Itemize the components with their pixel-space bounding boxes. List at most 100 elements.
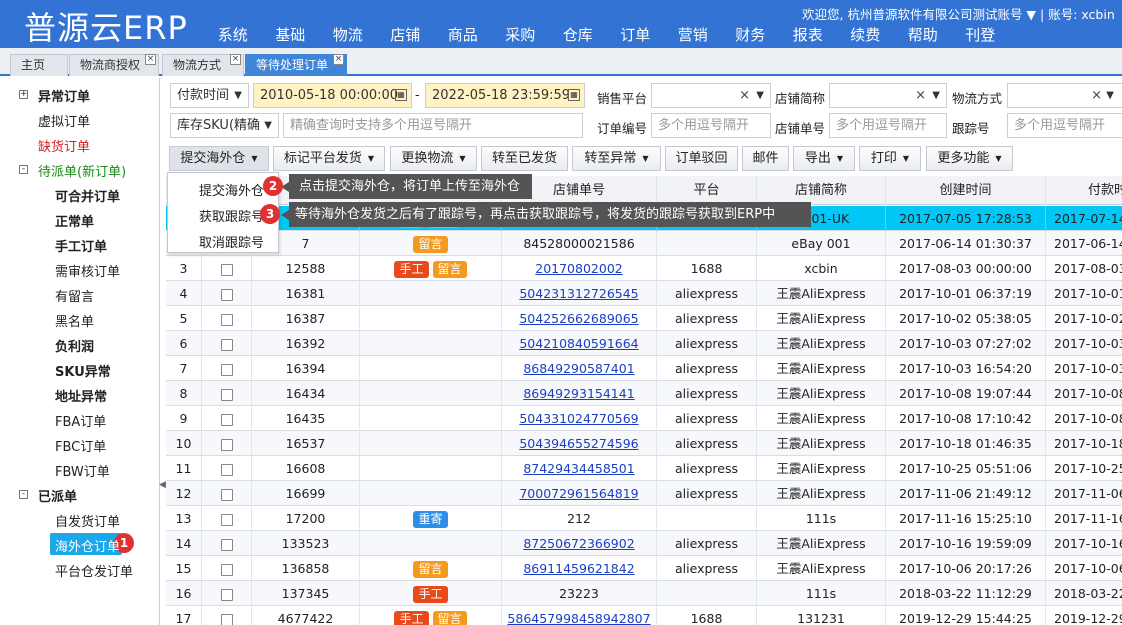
- store-order-link[interactable]: 700072961564819: [519, 486, 638, 501]
- table-row[interactable]: 16 137345 手工 23223 111s 2018-03-22 11:12:29 20…: [166, 581, 1122, 606]
- sidebar-item[interactable]: 缺货订单: [38, 136, 90, 155]
- sidebar-item[interactable]: 黑名单: [55, 311, 94, 330]
- row-checkbox-cell[interactable]: [202, 606, 252, 625]
- row-checkbox[interactable]: [220, 463, 233, 476]
- row-checkbox[interactable]: [220, 513, 233, 526]
- nav-item[interactable]: 系统: [204, 24, 262, 46]
- sidebar-item[interactable]: 正常单: [55, 211, 94, 230]
- store-order-link[interactable]: 504394655274596: [519, 436, 638, 451]
- collapse-sidebar-icon[interactable]: ◀: [159, 480, 166, 496]
- row-checkbox[interactable]: [220, 388, 233, 401]
- store-order-link[interactable]: 87250672366902: [523, 536, 634, 551]
- sidebar-item[interactable]: 海外仓订单: [55, 536, 119, 555]
- row-checkbox[interactable]: [220, 488, 233, 501]
- close-icon[interactable]: ×: [333, 54, 344, 65]
- nav-item[interactable]: 财务: [722, 24, 780, 46]
- sidebar-item[interactable]: 平台仓发订单: [55, 561, 133, 580]
- store-order-link[interactable]: 87429434458501: [523, 461, 634, 476]
- row-checkbox-cell[interactable]: [202, 581, 252, 606]
- sidebar-item[interactable]: FBC订单: [55, 436, 106, 455]
- to-abnormal-button[interactable]: 转至异常 ▼: [572, 146, 661, 171]
- sidebar-item[interactable]: 可合并订单: [55, 186, 120, 205]
- row-checkbox[interactable]: [220, 563, 233, 576]
- close-icon[interactable]: ×: [145, 54, 156, 65]
- submit-overseas-button[interactable]: 提交海外仓 ▼: [169, 146, 269, 171]
- store-order-no[interactable]: 87429434458501: [502, 456, 657, 481]
- sidebar-item[interactable]: 待派单(新订单): [38, 161, 126, 180]
- order-no-input[interactable]: 多个用逗号隔开: [651, 113, 771, 138]
- menu-item-submit-overseas[interactable]: 提交海外仓: [199, 180, 264, 199]
- row-checkbox-cell[interactable]: [202, 281, 252, 306]
- sidebar-item[interactable]: 负利润: [55, 336, 94, 355]
- date-to-input[interactable]: 2022-05-18 23:59:59 ▦: [425, 83, 585, 108]
- column-header[interactable]: 付款时: [1046, 176, 1122, 205]
- store-order-no[interactable]: 86849290587401: [502, 356, 657, 381]
- row-checkbox[interactable]: [220, 413, 233, 426]
- calendar-icon[interactable]: ▦: [395, 89, 407, 101]
- table-row[interactable]: 9 16435 504331024770569 aliexpress 王震AliExpr…: [166, 406, 1122, 431]
- store-no-input[interactable]: 多个用逗号隔开: [829, 113, 947, 138]
- nav-item[interactable]: 帮助: [894, 24, 952, 46]
- table-row[interactable]: 3 12588 手工 留言 20170802002 1688 xcbin 2017-08-03…: [166, 256, 1122, 281]
- store-order-link[interactable]: 86949293154141: [523, 386, 634, 401]
- store-order-no[interactable]: 504394655274596: [502, 431, 657, 456]
- row-checkbox[interactable]: [220, 338, 233, 351]
- close-icon[interactable]: ×: [230, 54, 241, 65]
- table-row[interactable]: 10 16537 504394655274596 aliexpress 王震AliExp…: [166, 431, 1122, 456]
- store-order-link[interactable]: 586457998458942807: [507, 611, 650, 625]
- tab-pending-orders[interactable]: 等待处理订单 ×: [245, 54, 347, 76]
- store-order-no[interactable]: 86949293154141: [502, 381, 657, 406]
- time-type-select[interactable]: 付款时间 ▼: [170, 83, 249, 108]
- row-checkbox[interactable]: [220, 588, 233, 601]
- row-checkbox[interactable]: [220, 613, 233, 625]
- sidebar-item[interactable]: 有留言: [55, 286, 94, 305]
- tab-logistics-auth[interactable]: 物流商授权 ×: [69, 54, 159, 76]
- row-checkbox-cell[interactable]: [202, 531, 252, 556]
- table-row[interactable]: 14 133523 87250672366902 aliexpress 王震AliExp…: [166, 531, 1122, 556]
- expand-icon[interactable]: +: [19, 90, 28, 99]
- store-order-link[interactable]: 504331024770569: [519, 411, 638, 426]
- tab-home[interactable]: 主页: [10, 54, 68, 76]
- sidebar-item[interactable]: 自发货订单: [55, 511, 120, 530]
- store-order-link[interactable]: 504252662689065: [519, 311, 638, 326]
- store-order-no[interactable]: 700072961564819: [502, 481, 657, 506]
- sidebar-item[interactable]: SKU异常: [55, 361, 111, 380]
- row-checkbox-cell[interactable]: [202, 456, 252, 481]
- store-order-link[interactable]: 20170802002: [535, 261, 622, 276]
- store-select[interactable]: × ▼: [829, 83, 947, 108]
- tab-logistics-method[interactable]: 物流方式 ×: [162, 54, 244, 76]
- table-row[interactable]: 17 4677422 手工 留言 586457998458942807 1688 13123…: [166, 606, 1122, 625]
- row-checkbox[interactable]: [220, 363, 233, 376]
- row-checkbox-cell[interactable]: [202, 506, 252, 531]
- welcome-text[interactable]: 欢迎您, 杭州普源软件有限公司测试账号 ▼ | 账号: xcbin: [802, 4, 1115, 23]
- change-logistics-button[interactable]: 更换物流 ▼: [390, 146, 477, 171]
- store-order-no[interactable]: 86911459621842: [502, 556, 657, 581]
- clear-icon[interactable]: ×: [915, 84, 926, 107]
- table-row[interactable]: 11 16608 87429434458501 aliexpress 王震AliExpr…: [166, 456, 1122, 481]
- store-order-no[interactable]: 586457998458942807: [502, 606, 657, 625]
- sidebar-item[interactable]: 虚拟订单: [38, 111, 90, 130]
- mail-button[interactable]: 邮件: [742, 146, 789, 171]
- store-order-link[interactable]: 86849290587401: [523, 361, 634, 376]
- store-order-no[interactable]: 504210840591664: [502, 331, 657, 356]
- row-checkbox-cell[interactable]: [202, 256, 252, 281]
- row-checkbox-cell[interactable]: [202, 406, 252, 431]
- reject-order-button[interactable]: 订单驳回: [665, 146, 738, 171]
- nav-item[interactable]: 采购: [492, 24, 550, 46]
- store-order-link[interactable]: 504231312726545: [519, 286, 638, 301]
- to-shipped-button[interactable]: 转至已发货: [481, 146, 568, 171]
- collapse-icon[interactable]: -: [19, 490, 28, 499]
- row-checkbox[interactable]: [220, 288, 233, 301]
- table-row[interactable]: 13 17200 重寄 212 111s 2017-11-16 15:25:10 2017-…: [166, 506, 1122, 531]
- table-row[interactable]: 15 136858 留言 86911459621842 aliexpress 王震AliE…: [166, 556, 1122, 581]
- nav-item[interactable]: 营销: [664, 24, 722, 46]
- row-checkbox-cell[interactable]: [202, 481, 252, 506]
- store-order-link[interactable]: 86911459621842: [523, 561, 634, 576]
- row-checkbox-cell[interactable]: [202, 306, 252, 331]
- clear-icon[interactable]: ×: [1091, 84, 1102, 107]
- nav-item[interactable]: 仓库: [549, 24, 607, 46]
- store-order-no[interactable]: 504231312726545: [502, 281, 657, 306]
- column-header[interactable]: 创建时间: [886, 176, 1046, 205]
- calendar-icon[interactable]: ▦: [568, 89, 580, 101]
- menu-item-cancel-tracking[interactable]: 取消跟踪号: [199, 232, 264, 251]
